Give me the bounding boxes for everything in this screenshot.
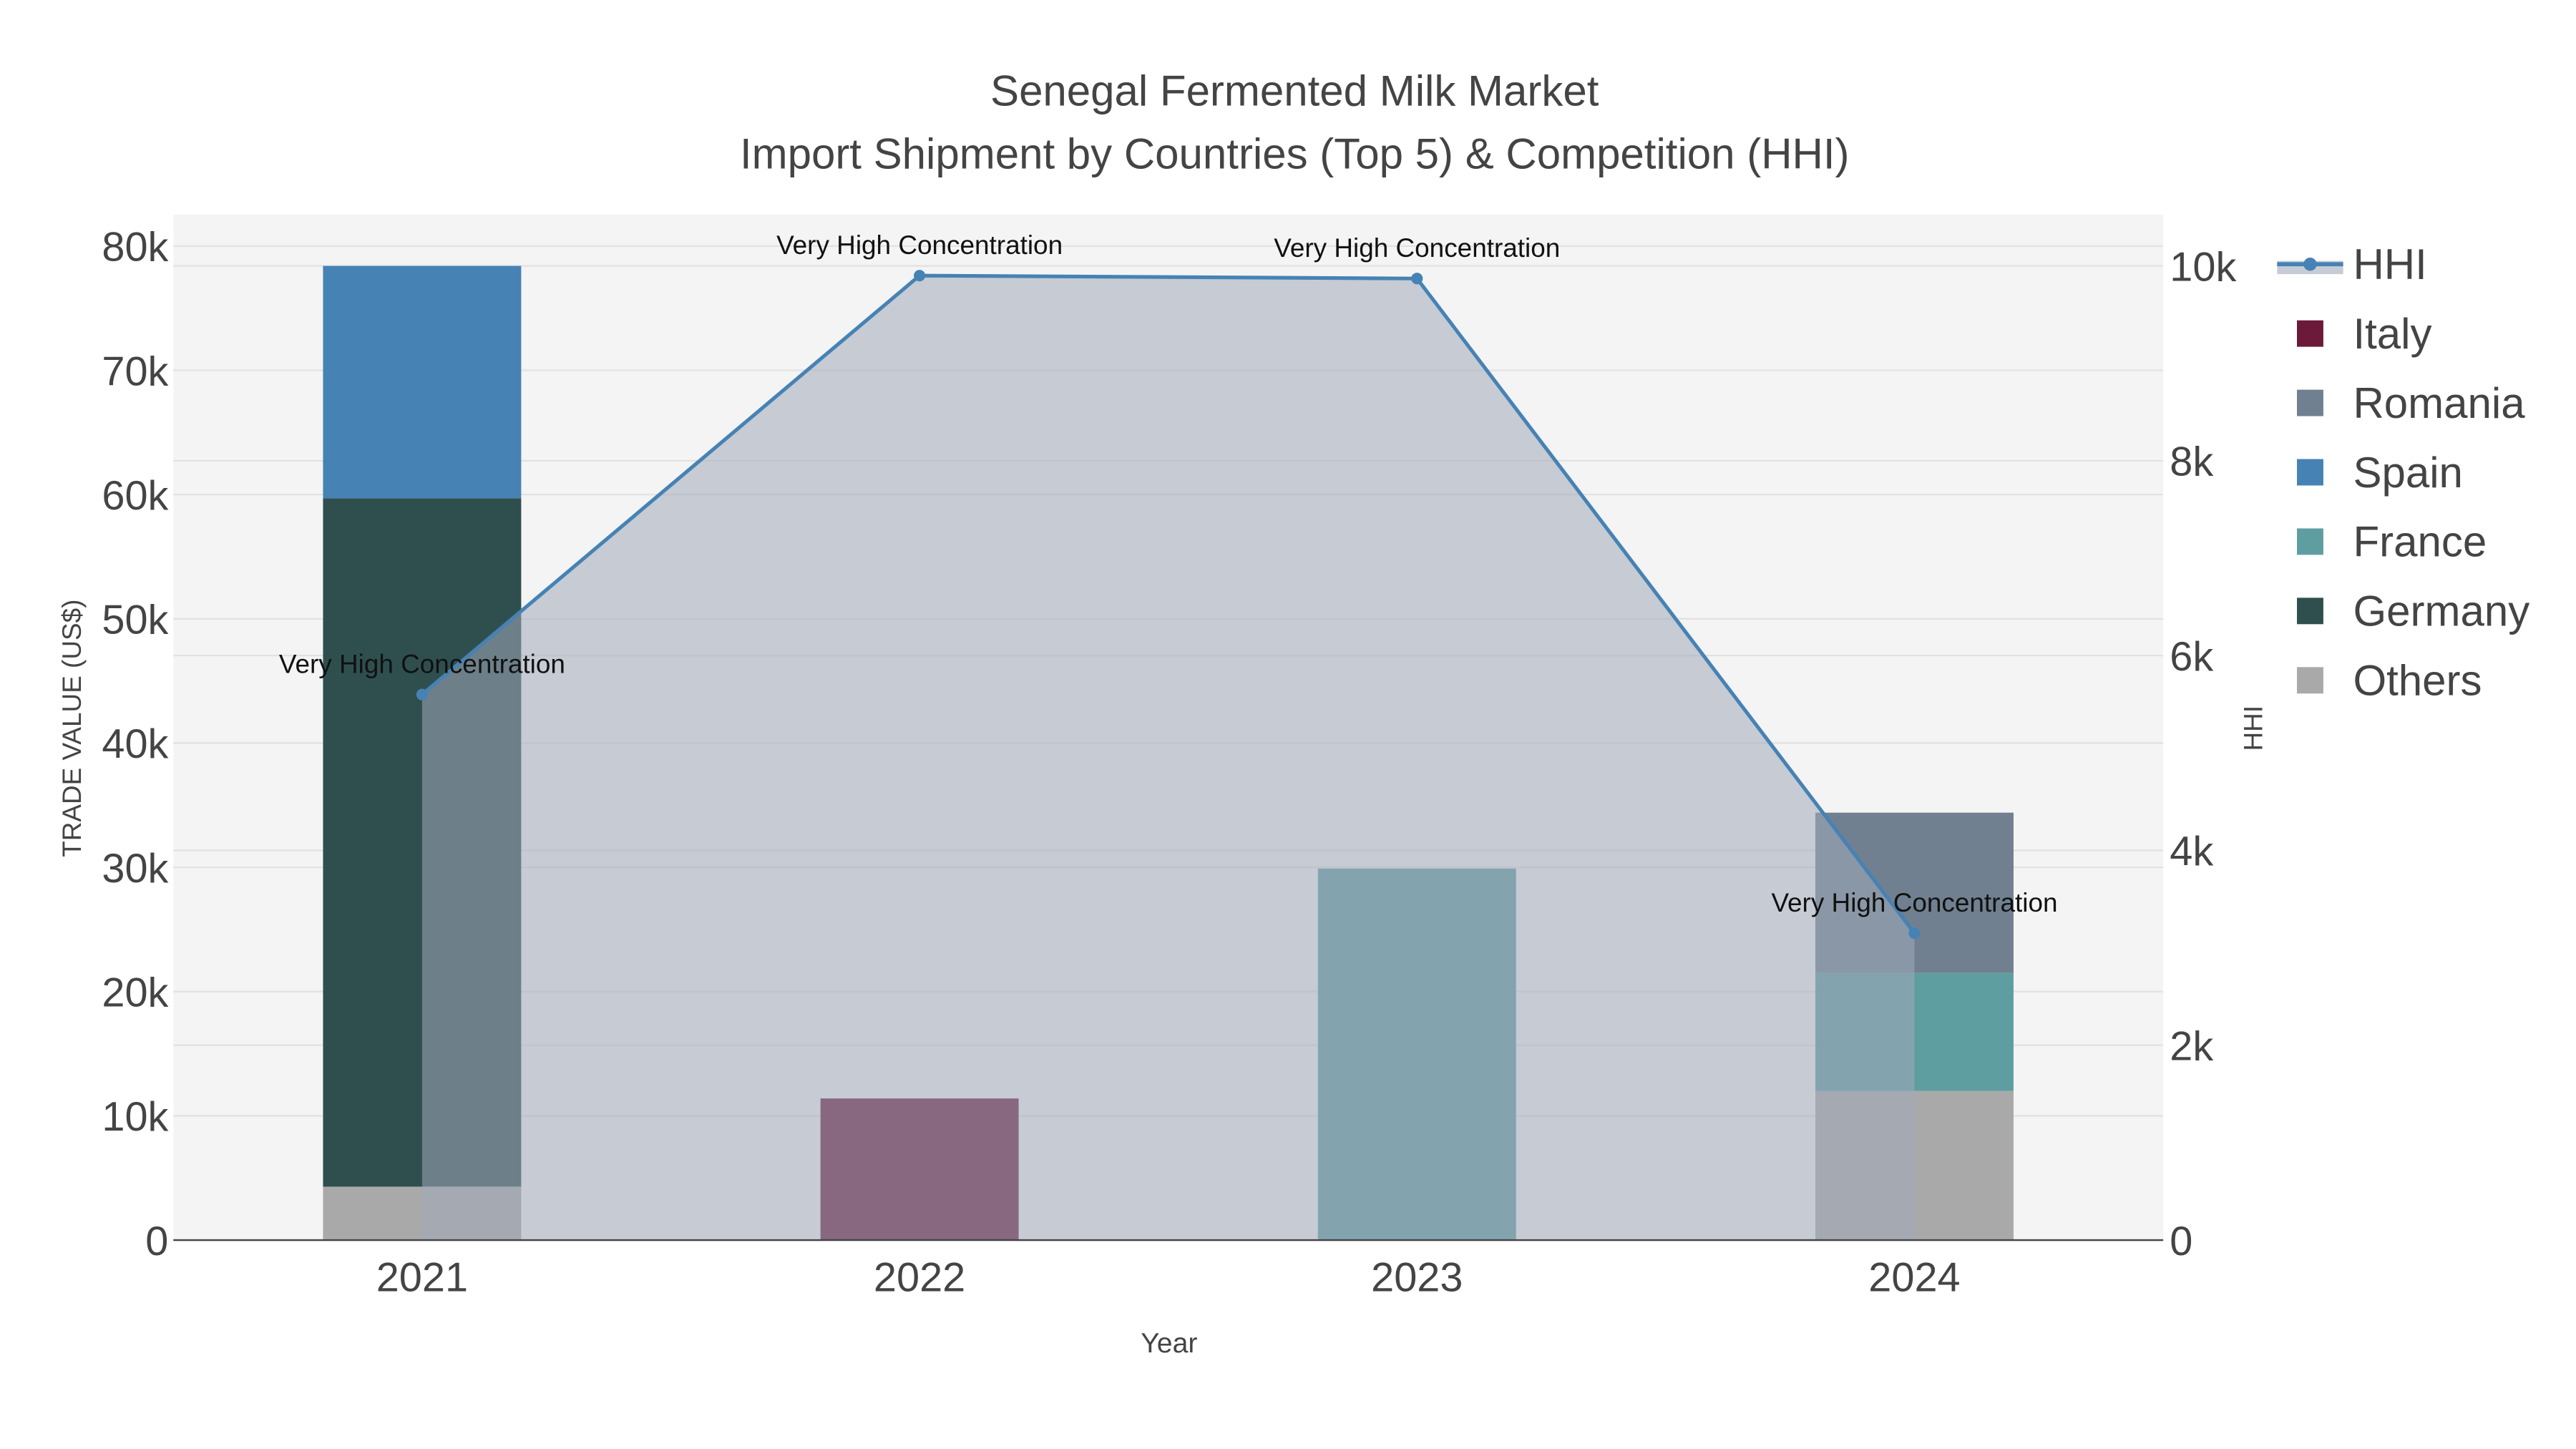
hhi-annotation: Very High Concentration <box>279 650 565 679</box>
y-tick-label: 10k <box>102 1094 168 1140</box>
legend-label-romania: Romania <box>2353 379 2525 427</box>
hhi-point-2024 <box>1908 927 1921 940</box>
legend-label-germany: Germany <box>2353 587 2529 635</box>
y-axis-title: TRADE VALUE (US$) <box>57 600 87 857</box>
y2-tick-label: 8k <box>2170 439 2213 485</box>
hhi-annotation: Very High Concentration <box>1771 888 2057 917</box>
legend-label-others: Others <box>2353 657 2482 705</box>
y-tick-label: 0 <box>145 1219 168 1264</box>
legend-swatch-spain <box>2297 459 2323 486</box>
y2-tick-label: 0 <box>2170 1219 2192 1264</box>
chart-title-line2: Import Shipment by Countries (Top 5) & C… <box>740 130 1850 177</box>
y2-tick-label: 4k <box>2170 829 2213 874</box>
y-tick-label: 50k <box>102 597 168 643</box>
x-tick-label: 2021 <box>376 1255 468 1301</box>
y-tick-label: 20k <box>102 970 168 1016</box>
y-tick-label: 40k <box>102 721 168 767</box>
y2-axis-title: HHI <box>2239 706 2268 751</box>
x-tick-label: 2024 <box>1868 1255 1960 1301</box>
x-tick-label: 2023 <box>1371 1255 1463 1301</box>
y-axis-ticks: 0 10k 20k 30k 40k 50k 60k 70k 80k <box>102 225 168 1264</box>
legend-label-hhi: HHI <box>2353 240 2426 288</box>
x-tick-label: 2022 <box>874 1255 965 1301</box>
legend-swatch-others <box>2297 667 2323 694</box>
chart-title-line1: Senegal Fermented Milk Market <box>990 67 1599 115</box>
y-tick-label: 80k <box>102 225 168 270</box>
y2-tick-label: 10k <box>2170 244 2236 290</box>
legend-swatch-france <box>2297 528 2323 555</box>
legend-swatch-romania <box>2297 389 2323 416</box>
legend: HHI Italy Romania Spain France Germany Others <box>2277 240 2529 705</box>
hhi-point-2021 <box>416 688 428 701</box>
legend-hhi-marker <box>2303 258 2317 271</box>
bar-spain-2021 <box>323 265 522 499</box>
hhi-annotation: Very High Concentration <box>776 230 1063 260</box>
hhi-annotation: Very High Concentration <box>1274 233 1560 263</box>
legend-swatch-germany <box>2297 597 2323 625</box>
hhi-point-2023 <box>1411 273 1423 285</box>
y2-tick-label: 2k <box>2170 1024 2213 1070</box>
chart: Very High Concentration Very High Concent… <box>57 67 2529 1359</box>
y2-axis-ticks: 0 2k 4k 6k 8k 10k <box>2170 244 2236 1264</box>
hhi-point-2022 <box>914 270 926 282</box>
x-axis-ticks: 2021 2022 2023 2024 <box>376 1255 1961 1301</box>
y-tick-label: 70k <box>102 348 168 394</box>
x-axis-title: Year <box>1141 1327 1197 1359</box>
y2-tick-label: 6k <box>2170 634 2213 680</box>
legend-label-france: France <box>2353 518 2487 566</box>
legend-label-spain: Spain <box>2353 449 2462 497</box>
y-tick-label: 30k <box>102 846 168 892</box>
legend-swatch-italy <box>2297 320 2323 347</box>
y-tick-label: 60k <box>102 473 168 519</box>
legend-label-italy: Italy <box>2353 310 2431 358</box>
